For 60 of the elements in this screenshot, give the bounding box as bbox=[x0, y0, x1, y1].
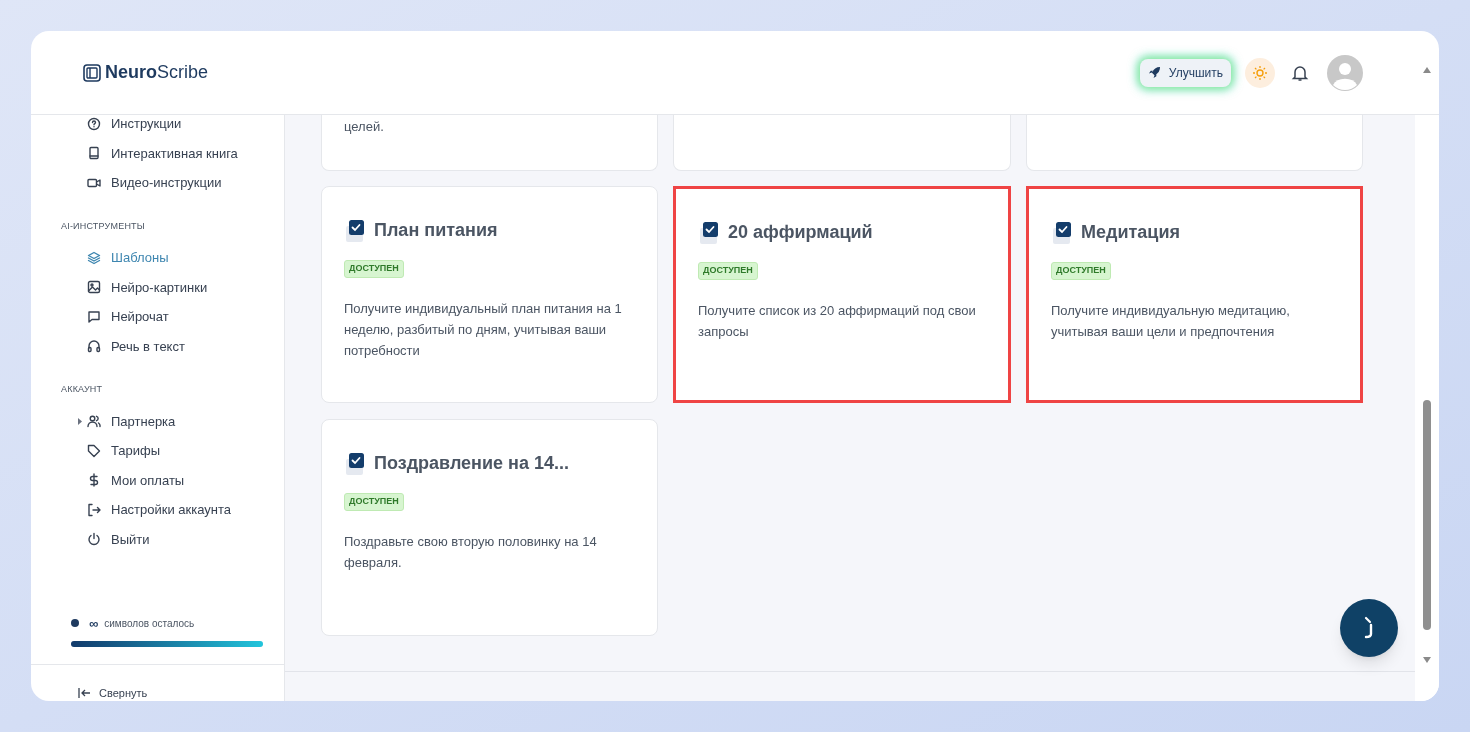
status-badge: ДОСТУПЕН bbox=[344, 493, 404, 511]
help-icon bbox=[87, 116, 101, 131]
tag-icon bbox=[87, 443, 101, 458]
theme-toggle[interactable] bbox=[1245, 57, 1275, 88]
book-icon bbox=[87, 146, 101, 161]
users-icon bbox=[87, 414, 101, 429]
sign-out-icon bbox=[87, 502, 101, 517]
collapse-button[interactable]: Свернуть bbox=[78, 684, 148, 701]
infinity-symbol: ∞ bbox=[89, 616, 99, 630]
headphones-icon bbox=[87, 339, 101, 354]
template-card[interactable]: целей. bbox=[321, 115, 658, 171]
sidebar-item[interactable]: Видео-инструкции bbox=[87, 168, 284, 198]
sidebar-item[interactable]: Инструкции bbox=[87, 115, 284, 139]
card-description: Поздравьте свою вторую половинку на 14 февраля. bbox=[344, 533, 598, 572]
sidebar-item[interactable]: Тарифы bbox=[87, 436, 284, 466]
card-title: Поздравление на 14... bbox=[374, 452, 569, 475]
section-heading: AI-ИНСТРУМЕНТЫ bbox=[61, 219, 146, 233]
template-card[interactable]: 20 аффирмаций ДОСТУПЕН Получите список из 20 аффирмаций под свои запросы bbox=[673, 186, 1011, 403]
sidebar-item[interactable]: Интерактивная книга bbox=[87, 138, 284, 168]
power-icon bbox=[87, 532, 101, 547]
image-icon bbox=[87, 280, 101, 295]
scroll-down-icon[interactable] bbox=[1423, 657, 1431, 663]
card-description: Получите список из 20 аффирмаций под свои запросы bbox=[698, 302, 977, 341]
template-card[interactable]: Поздравление на 14... ДОСТУПЕН Поздравьте свою вторую половинку на 14 февраля. bbox=[321, 419, 658, 636]
sidebar-item[interactable]: Настройки аккаунта bbox=[87, 495, 284, 525]
logo-icon bbox=[83, 63, 101, 82]
sidebar-item[interactable]: Мои оплаты bbox=[87, 465, 284, 495]
rocket-icon bbox=[1147, 66, 1161, 79]
scroll-up-icon[interactable] bbox=[1423, 67, 1431, 73]
sidebar-item[interactable]: Шаблоны bbox=[87, 243, 284, 273]
card-description: целей. bbox=[344, 118, 385, 136]
brand-name[interactable]: NeuroScribe bbox=[105, 59, 209, 86]
expand-caret-icon[interactable] bbox=[78, 417, 82, 425]
layers-icon bbox=[87, 250, 101, 265]
card-title: Медитация bbox=[1081, 221, 1180, 244]
sidebar-item[interactable]: Нейро-картинки bbox=[87, 272, 284, 302]
sidebar-item[interactable]: Партнерка bbox=[87, 406, 284, 436]
card-title: 20 аффирмаций bbox=[728, 221, 873, 244]
status-badge: ДОСТУПЕН bbox=[1051, 262, 1111, 280]
sidebar-item[interactable]: Нейрочат bbox=[87, 302, 284, 332]
sidebar-item[interactable]: Речь в текст bbox=[87, 331, 284, 361]
dollar-icon bbox=[87, 473, 101, 488]
template-card[interactable]: План питания ДОСТУПЕН Получите индивидуальный план питания на 1 неделю, разбитый по дням, учитывая ваши потребности bbox=[321, 186, 658, 403]
status-badge: ДОСТУПЕН bbox=[344, 260, 404, 278]
chat-bubble-icon bbox=[87, 309, 101, 324]
template-card[interactable]: Медитация ДОСТУПЕН Получите индивидуальную медитацию, учитывая ваши цели и предпочтения bbox=[1026, 186, 1363, 403]
upgrade-button[interactable]: Улучшить bbox=[1139, 58, 1231, 87]
quota-label: символов осталось bbox=[104, 616, 195, 631]
sun-icon bbox=[1252, 64, 1268, 81]
card-description: Получите индивидуальную медитацию, учитывая ваши цели и предпочтения bbox=[1051, 302, 1291, 341]
chat-button[interactable] bbox=[1340, 599, 1398, 657]
card-description: Получите индивидуальный план питания на 1 неделю, разбитый по дням, учитывая ваши потребности bbox=[344, 300, 623, 360]
bell-icon[interactable] bbox=[1291, 63, 1309, 82]
section-heading: АККАУНТ bbox=[61, 383, 104, 396]
sidebar-item[interactable]: Выйти bbox=[87, 524, 284, 554]
collapse-icon bbox=[78, 687, 91, 698]
avatar-icon[interactable] bbox=[1327, 54, 1363, 91]
scroll-thumb[interactable] bbox=[1423, 400, 1431, 630]
status-badge: ДОСТУПЕН bbox=[698, 262, 758, 280]
card-title: План питания bbox=[374, 219, 498, 242]
